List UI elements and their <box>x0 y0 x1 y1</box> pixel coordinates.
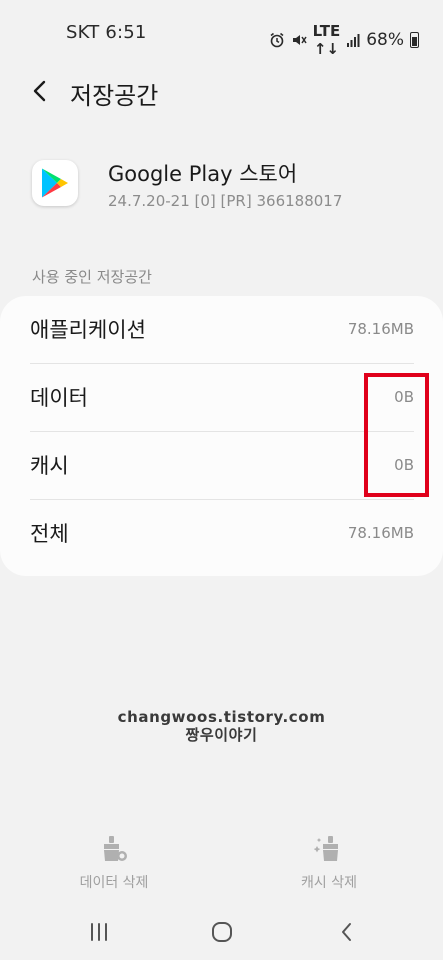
nav-back-icon[interactable] <box>332 917 362 947</box>
battery-percent: 68% <box>366 30 404 50</box>
mute-icon <box>292 35 307 45</box>
clear-data-label: 데이터 삭제 <box>79 875 149 891</box>
storage-row-value: 78.16MB <box>347 524 414 542</box>
system-nav-bar <box>0 905 443 960</box>
storage-row-total: 전체 78.16MB <box>30 500 414 568</box>
clear-data-button[interactable]: 데이터 삭제 <box>34 834 194 896</box>
app-info: Google Play 스토어 24.7.20-21 [0] [PR] 3661… <box>0 150 443 230</box>
lte-label: LTE <box>312 22 341 40</box>
clear-data-icon <box>104 836 127 861</box>
watermark-blog-name: 짱우이야기 <box>185 726 258 744</box>
storage-row-cache: 캐시 0B <box>30 432 414 500</box>
page-title: 저장공간 <box>70 82 159 110</box>
signal-icon <box>347 34 360 47</box>
home-icon[interactable] <box>207 917 237 947</box>
battery-icon <box>410 32 419 48</box>
app-icon-container <box>32 160 78 206</box>
storage-row-label: 전체 <box>30 522 69 546</box>
app-version: 24.7.20-21 [0] [PR] 366188017 <box>108 192 343 210</box>
watermark: changwoos.tistory.com 짱우이야기 <box>0 708 443 744</box>
recent-apps-icon[interactable] <box>84 917 114 947</box>
app-name: Google Play 스토어 <box>108 162 298 186</box>
storage-row-value: 78.16MB <box>347 320 414 338</box>
section-label: 사용 중인 저장공간 <box>32 268 152 286</box>
storage-row-label: 데이터 <box>30 386 88 410</box>
lte-icon: LTE ↑↓ <box>313 22 341 58</box>
highlight-annotation-box <box>364 373 429 497</box>
status-icons: LTE ↑↓ 68% <box>269 22 419 58</box>
alarm-icon <box>270 32 284 48</box>
clear-cache-icon <box>314 836 338 861</box>
storage-row-data: 데이터 0B <box>30 364 414 432</box>
lte-arrows: ↑↓ <box>313 40 339 58</box>
back-arrow-icon[interactable] <box>26 76 54 106</box>
clear-cache-label: 캐시 삭제 <box>301 875 357 891</box>
clear-cache-button[interactable]: 캐시 삭제 <box>249 834 409 896</box>
watermark-url: changwoos.tistory.com <box>117 708 326 726</box>
storage-row-application: 애플리케이션 78.16MB <box>30 296 414 364</box>
storage-row-label: 애플리케이션 <box>30 318 146 342</box>
google-play-icon <box>42 168 68 198</box>
storage-row-label: 캐시 <box>30 454 69 478</box>
app-bar: 저장공간 <box>0 66 443 118</box>
status-bar: SKT 6:51 LTE ↑↓ 68% <box>0 0 443 66</box>
carrier-time: SKT 6:51 <box>66 22 147 43</box>
